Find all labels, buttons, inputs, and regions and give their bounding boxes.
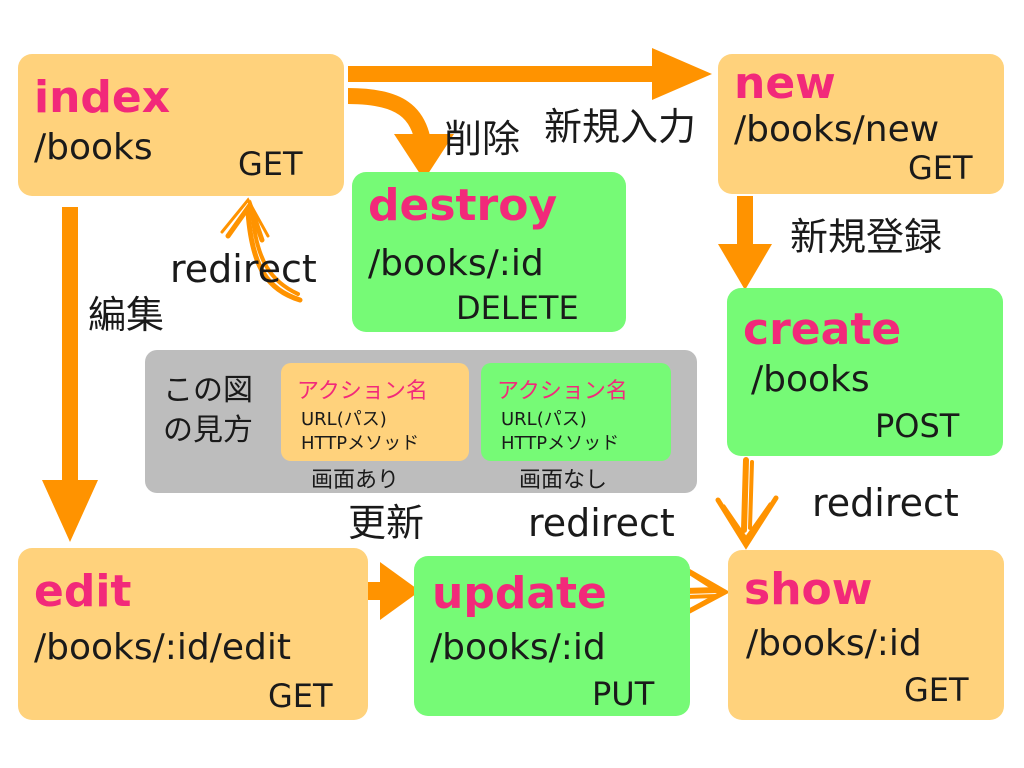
legend-url: URL(パス) [501, 409, 587, 430]
legend-url: URL(パス) [301, 409, 387, 430]
label-create-redirect: redirect [812, 481, 959, 525]
action-box-edit: edit /books/:id/edit GET [18, 548, 368, 720]
legend-action-name: アクション名 [297, 379, 428, 404]
action-method: DELETE [456, 289, 579, 327]
label-update-redirect: redirect [528, 501, 675, 545]
legend-http-method: HTTPメソッド [301, 433, 420, 454]
arrow-create-redirect [715, 457, 779, 550]
action-method: GET [904, 671, 969, 709]
arrow-index-to-edit [42, 207, 98, 542]
action-box-show: show /books/:id GET [728, 550, 1004, 720]
action-box-index: index /books GET [18, 54, 344, 196]
legend-title-line1: この図 [163, 373, 253, 408]
legend-sample-with-screen: アクション名 URL(パス) HTTPメソッド [281, 363, 469, 461]
legend-sample-without-screen: アクション名 URL(パス) HTTPメソッド [481, 363, 671, 461]
action-box-destroy: destroy /books/:id DELETE [352, 172, 626, 332]
arrow-new-to-create [718, 196, 772, 290]
legend-caption-with-screen: 画面あり [311, 468, 400, 493]
action-method: PUT [592, 675, 655, 713]
action-path: /books/:id [368, 243, 544, 284]
action-path: /books [751, 359, 870, 400]
label-index-to-destroy: 削除 [444, 117, 521, 161]
label-index-to-new: 新規入力 [544, 105, 697, 149]
action-box-new: new /books/new GET [718, 54, 1004, 194]
legend-http-method: HTTPメソッド [501, 433, 620, 454]
action-box-update: update /books/:id PUT [414, 556, 690, 716]
action-box-create: create /books POST [727, 288, 1003, 456]
arrow-index-to-new [348, 48, 712, 100]
legend-action-name: アクション名 [497, 379, 628, 404]
action-name: index [34, 72, 171, 123]
action-path: /books/new [734, 109, 940, 150]
legend-panel: この図 の見方 アクション名 URL(パス) HTTPメソッド 画面あり アクシ… [145, 350, 697, 493]
action-name: show [744, 564, 873, 615]
action-name: create [743, 304, 902, 355]
label-new-to-create: 新規登録 [790, 215, 943, 259]
action-method: GET [238, 145, 303, 183]
legend-title-line2: の見方 [163, 413, 253, 448]
action-name: update [432, 568, 607, 619]
action-name: edit [34, 566, 132, 617]
arrow-index-to-destroy [347, 88, 454, 180]
action-name: new [734, 58, 836, 109]
action-path: /books/:id [430, 627, 606, 668]
legend-caption-without-screen: 画面なし [519, 468, 608, 493]
label-index-to-edit: 編集 [88, 293, 165, 337]
label-edit-to-update: 更新 [348, 501, 425, 545]
action-method: GET [908, 149, 973, 187]
action-path: /books/:id/edit [34, 627, 291, 668]
action-path: /books [34, 127, 153, 168]
action-method: GET [268, 677, 333, 715]
label-destroy-redirect: redirect [170, 247, 317, 291]
action-path: /books/:id [746, 623, 922, 664]
action-method: POST [875, 407, 960, 445]
action-name: destroy [368, 180, 558, 231]
